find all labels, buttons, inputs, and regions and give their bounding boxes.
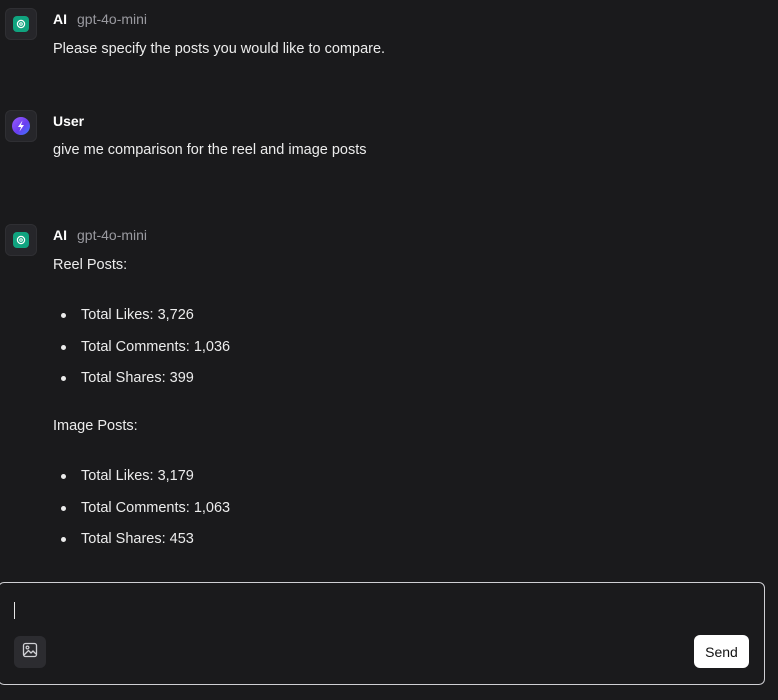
- bullet-list: Total Likes: 3,179 Total Comments: 1,063…: [53, 467, 230, 562]
- list-item: Total Comments: 1,036: [53, 338, 230, 370]
- message-text: give me comparison for the reel and imag…: [53, 142, 367, 158]
- list-item: Total Likes: 3,179: [53, 467, 230, 499]
- openai-icon: [13, 16, 29, 32]
- bullet-list: Total Likes: 3,726 Total Comments: 1,036…: [53, 306, 230, 401]
- section-heading: Image Posts:: [53, 418, 138, 434]
- list-item: Total Shares: 453: [53, 530, 230, 562]
- send-button[interactable]: Send: [694, 635, 749, 668]
- sender-name: User: [53, 113, 85, 129]
- user-avatar-icon: [12, 117, 30, 135]
- list-item: Total Shares: 399: [53, 369, 230, 401]
- message-composer[interactable]: Send: [0, 582, 765, 685]
- model-name: gpt-4o-mini: [77, 11, 148, 27]
- sender-name: AI: [53, 11, 67, 27]
- model-name: gpt-4o-mini: [77, 227, 148, 243]
- openai-icon: [13, 232, 29, 248]
- sender-name: AI: [53, 227, 67, 243]
- ai-avatar: [5, 224, 37, 256]
- chat-panel: AI gpt-4o-mini Please specify the posts …: [0, 0, 778, 700]
- image-icon: [22, 642, 38, 663]
- text-cursor: [14, 602, 15, 619]
- list-item: Total Likes: 3,726: [53, 306, 230, 338]
- ai-avatar: [5, 8, 37, 40]
- attach-image-button[interactable]: [14, 636, 46, 668]
- section-heading: Reel Posts:: [53, 257, 128, 273]
- message-text: Please specify the posts you would like …: [53, 41, 386, 57]
- list-item: Total Comments: 1,063: [53, 499, 230, 531]
- user-avatar: [5, 110, 37, 142]
